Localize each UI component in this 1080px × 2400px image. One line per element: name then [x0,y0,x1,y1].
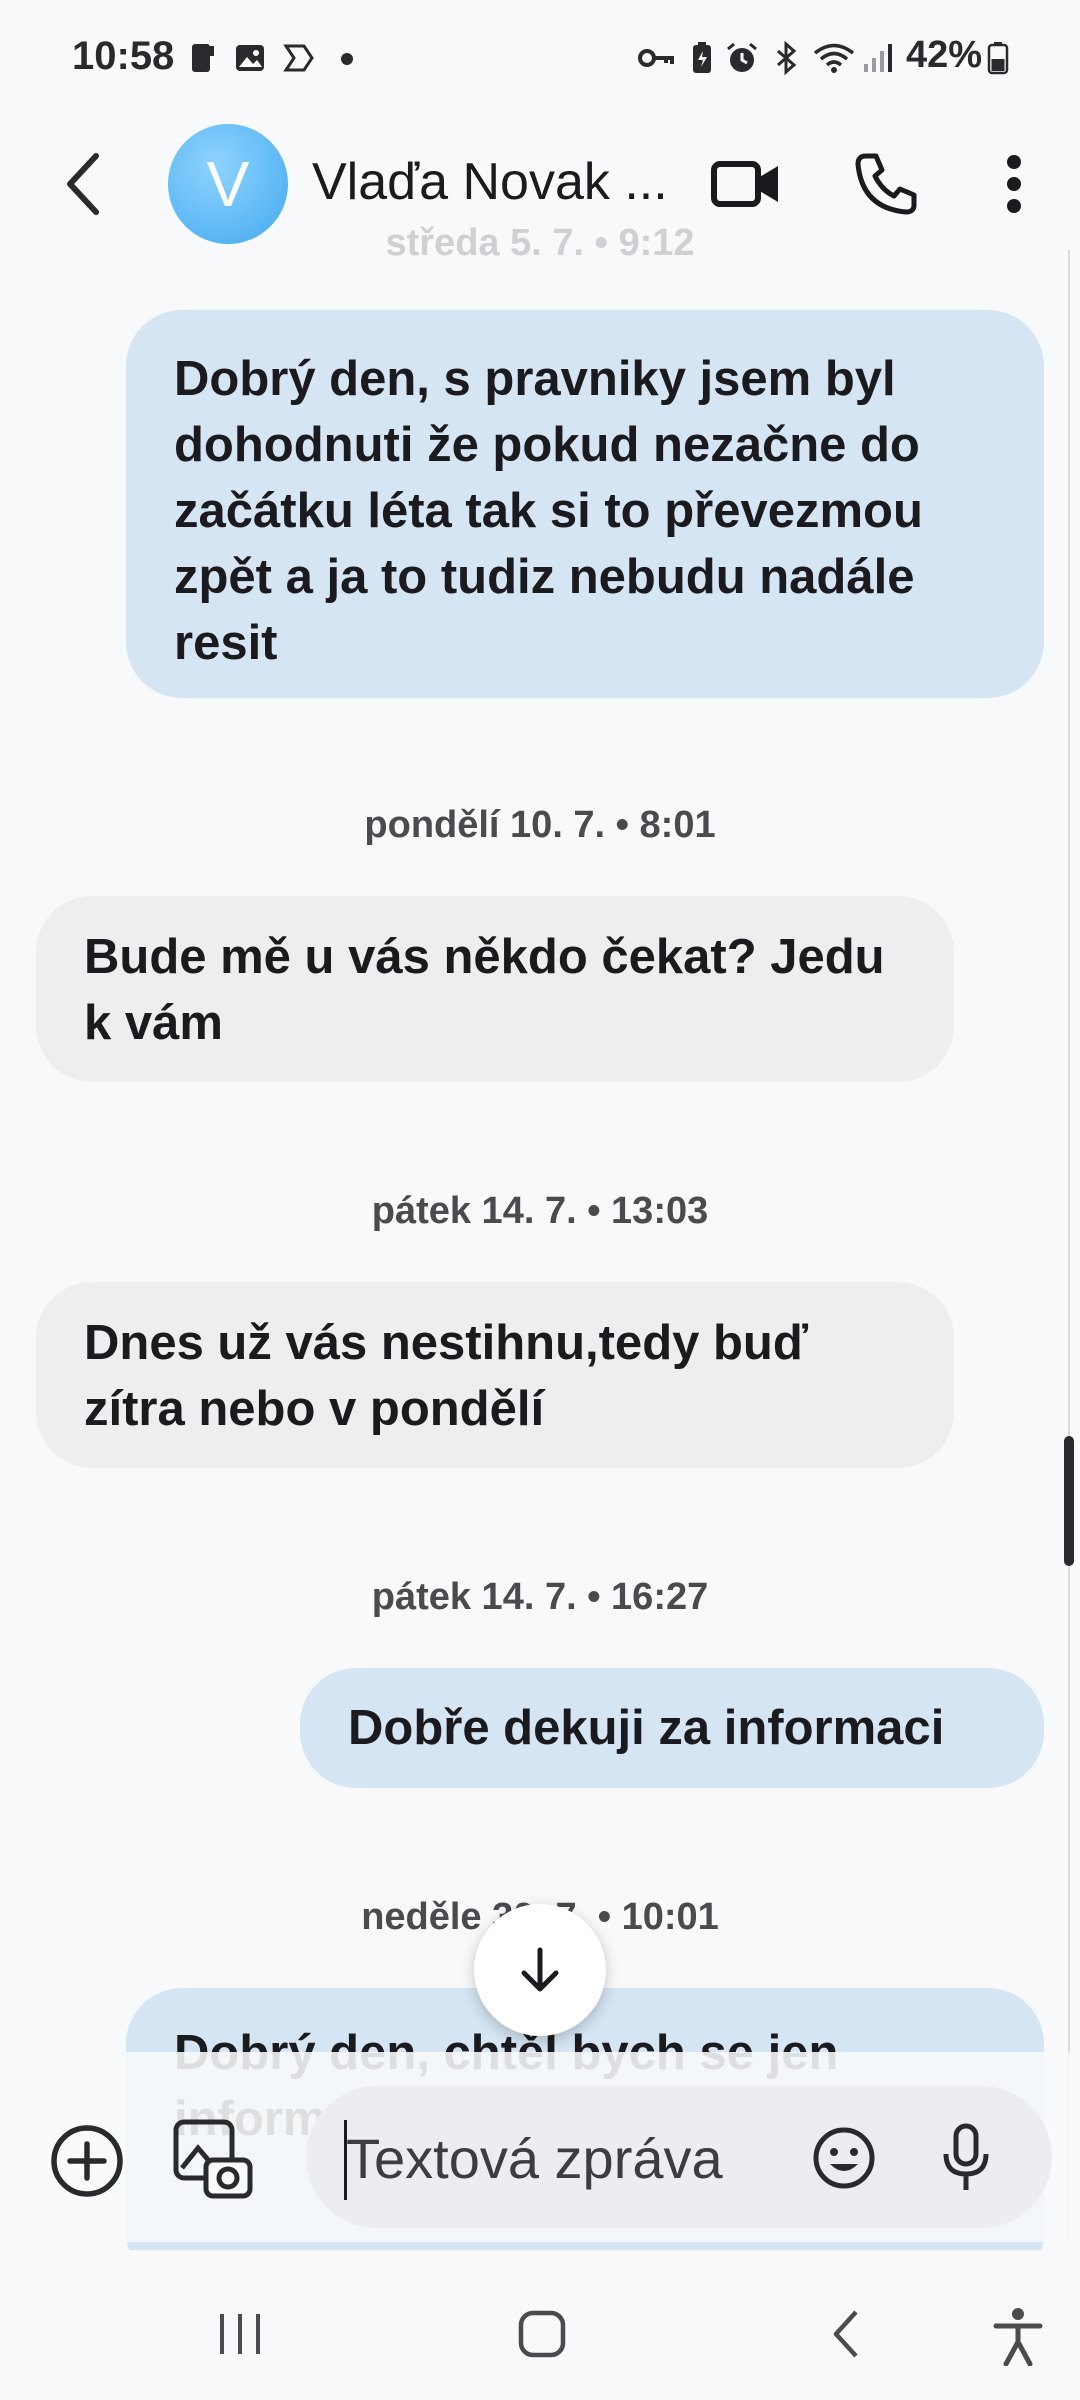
gallery-notification-icon [236,45,264,71]
scrollbar-track [1068,250,1070,2240]
arrow-down-icon [521,1947,559,1992]
accessibility-icon[interactable] [990,2306,1046,2366]
battery-saver-icon [693,42,711,73]
contact-name[interactable]: Vlaďa Novak ... [312,152,668,212]
dot-icon [341,53,353,65]
nav-back-icon[interactable] [826,2306,866,2362]
status-time: 10:58 [72,34,175,78]
app-notification-icon [283,44,314,72]
gallery-camera-icon[interactable] [170,2116,254,2202]
back-arrow-icon[interactable] [56,148,112,220]
wifi-icon [813,43,855,73]
battery-icon [987,42,1009,75]
message-outgoing[interactable]: Dobrý den, s pravniky jsem byl dohodnuti… [126,310,1044,698]
vpn-key-icon [638,49,674,67]
signal-icon [864,44,892,72]
recents-icon[interactable] [214,2310,266,2358]
timestamp: pondělí 10. 7. • 8:01 [364,804,716,846]
message-input-placeholder: Textová zpráva [346,2127,723,2190]
timestamp: pátek 14. 7. • 13:03 [371,1190,709,1232]
message-incoming[interactable]: Bude mě u vás někdo čekat? Jedu k vám [36,896,954,1082]
home-icon[interactable] [516,2306,568,2362]
scroll-to-bottom-button[interactable] [474,1904,606,2036]
sim-card-icon [192,44,214,72]
emoji-icon[interactable] [810,2124,878,2192]
plus-circle-icon[interactable] [48,2122,126,2200]
bluetooth-icon [777,40,797,76]
phone-icon[interactable] [852,150,920,218]
message-incoming[interactable]: Dnes už vás nestihnu,tedy buď zítra nebo… [36,1282,954,1468]
battery-percentage: 42% [906,34,983,76]
video-camera-icon[interactable] [710,156,782,212]
more-vertical-icon[interactable] [996,150,1032,218]
scrollbar-handle[interactable] [1064,1436,1074,1566]
message-outgoing[interactable]: Dobře dekuji za informaci [300,1668,1044,1788]
alarm-icon [727,42,757,72]
timestamp: středa 5. 7. • 9:12 [385,222,695,264]
timestamp: pátek 14. 7. • 16:27 [371,1576,709,1618]
microphone-icon[interactable] [940,2122,992,2194]
